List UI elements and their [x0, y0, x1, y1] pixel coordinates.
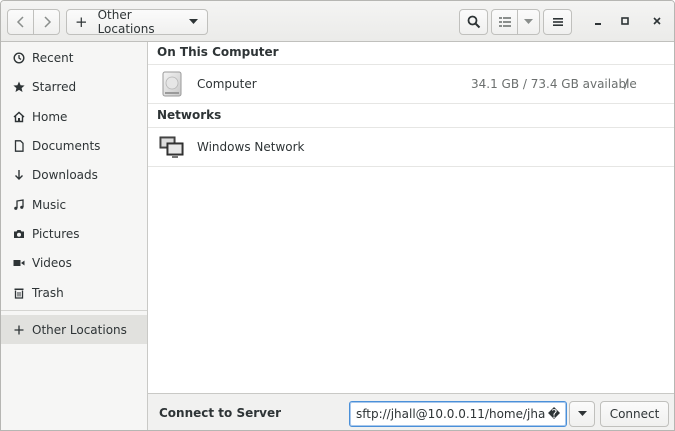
sidebar-item-pictures[interactable]: Pictures [1, 219, 147, 248]
maximize-icon [620, 15, 630, 29]
chevron-left-icon [16, 16, 26, 28]
video-icon [13, 257, 25, 269]
caret-down-icon [524, 19, 533, 25]
connect-to-server-bar: Connect to Server sftp://jhall@10.0.0.11… [148, 393, 674, 430]
sidebar-item-label: Starred [32, 79, 77, 94]
location-pathbar-button[interactable]: + Other Locations [66, 8, 208, 36]
sidebar-item-label: Home [32, 109, 68, 124]
close-button[interactable] [644, 9, 670, 35]
sidebar-item-label: Trash [32, 285, 64, 300]
mount-point-text: / [624, 77, 629, 91]
sidebar: Recent Starred Home Documents Downloads [1, 42, 148, 430]
document-icon [13, 139, 25, 152]
sidebar-item-starred[interactable]: Starred [1, 72, 147, 101]
sidebar-item-label: Documents [32, 138, 101, 153]
star-icon [13, 81, 25, 93]
disk-usage-text: 34.1 GB / 73.4 GB available [471, 77, 637, 91]
server-address-input[interactable]: sftp://jhall@10.0.0.11/home/jhall � [349, 401, 567, 427]
clock-icon [13, 51, 25, 64]
sidebar-item-documents[interactable]: Documents [1, 131, 147, 160]
sidebar-item-label: Videos [32, 255, 72, 270]
location-row-windows-network[interactable]: Windows Network [148, 127, 674, 167]
sidebar-item-recent[interactable]: Recent [1, 43, 147, 72]
plus-icon: + [75, 12, 88, 31]
sidebar-item-label: Music [32, 197, 67, 212]
music-icon [13, 198, 25, 211]
trash-icon [13, 287, 25, 299]
main-menu-button[interactable] [543, 9, 572, 35]
close-icon [652, 15, 662, 29]
sidebar-item-trash[interactable]: Trash [1, 278, 147, 307]
sidebar-item-home[interactable]: Home [1, 102, 147, 131]
search-button[interactable] [459, 9, 488, 35]
header-bar: + Other Locations [1, 1, 674, 42]
section-title-on-this-computer: On This Computer [157, 45, 279, 59]
search-icon [467, 15, 481, 29]
caret-down-icon [577, 411, 587, 417]
sidebar-item-label: Other Locations [32, 322, 127, 337]
section-title-networks: Networks [157, 108, 222, 122]
download-icon [13, 169, 25, 181]
sidebar-item-label: Pictures [32, 226, 80, 241]
chevron-right-icon [42, 16, 52, 28]
hamburger-icon [552, 17, 563, 27]
sidebar-item-label: Downloads [32, 167, 98, 182]
connect-to-server-label: Connect to Server [159, 406, 282, 420]
sidebar-item-label: Recent [32, 50, 74, 65]
security-status-icon: � [547, 407, 561, 421]
camera-icon [13, 228, 25, 240]
sidebar-item-other-locations[interactable]: Other Locations [1, 315, 147, 344]
back-button[interactable] [7, 9, 34, 35]
sidebar-item-music[interactable]: Music [1, 190, 147, 219]
sidebar-item-videos[interactable]: Videos [1, 248, 147, 277]
location-name: Computer [197, 77, 257, 91]
hard-drive-icon [159, 71, 185, 97]
sidebar-item-downloads[interactable]: Downloads [1, 160, 147, 189]
connect-button[interactable]: Connect [600, 401, 669, 427]
network-computers-icon [159, 134, 185, 160]
minimize-icon [593, 15, 603, 29]
plus-icon [13, 324, 25, 336]
file-manager-window: + Other Locations Recent Starred Home Do… [0, 0, 675, 431]
home-icon [13, 111, 25, 123]
view-toggle-button[interactable] [491, 9, 518, 35]
server-address-value: sftp://jhall@10.0.0.11/home/jhall [356, 407, 546, 422]
caret-down-icon [189, 19, 198, 25]
location-row-computer[interactable]: Computer 34.1 GB / 73.4 GB available / [148, 64, 674, 104]
view-options-button[interactable] [517, 9, 540, 35]
minimize-button[interactable] [585, 9, 611, 35]
sidebar-divider [1, 310, 147, 311]
location-label: Other Locations [97, 8, 155, 36]
server-history-dropdown-button[interactable] [569, 401, 595, 427]
location-name: Windows Network [197, 140, 305, 154]
list-view-icon [498, 17, 511, 27]
forward-button[interactable] [33, 9, 60, 35]
maximize-button[interactable] [612, 9, 638, 35]
locations-view: On This Computer Computer 34.1 GB / 73.4… [148, 42, 674, 393]
